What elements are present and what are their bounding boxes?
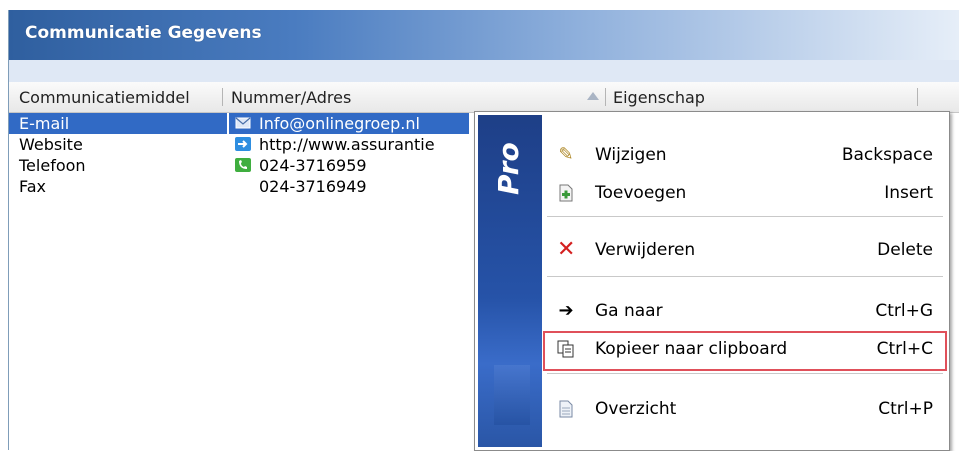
row-type-cell: Telefoon	[19, 156, 86, 175]
strip-decoration	[494, 365, 530, 425]
menu-item-label: Ga naar	[595, 301, 663, 321]
menu-item-shortcut: Backspace	[841, 145, 933, 165]
menu-brand-strip: Pro	[478, 115, 542, 447]
panel-title-bar: Communicatie Gegevens	[9, 10, 959, 60]
menu-divider	[547, 373, 943, 374]
menu-item-verwijderen[interactable]: ✕ Verwijderen Delete	[547, 231, 943, 269]
row-value-text: http://www.assurantie	[259, 135, 435, 154]
menu-item-overzicht[interactable]: Overzicht Ctrl+P	[547, 390, 943, 428]
menu-item-label: Toevoegen	[595, 183, 687, 203]
sort-ascending-icon	[587, 92, 599, 100]
context-menu: Pro ✎ Wijzigen Backspace Toevoegen Inser…	[474, 111, 950, 451]
table-header: Communicatiemiddel Nummer/Adres Eigensch…	[9, 82, 959, 113]
row-value-text: 024-3716949	[259, 177, 367, 196]
row-value-text: Info@onlinegroep.nl	[259, 114, 420, 133]
menu-item-shortcut: Ctrl+G	[875, 301, 933, 321]
column-separator[interactable]	[222, 88, 223, 106]
menu-item-label: Wijzigen	[595, 145, 667, 165]
add-document-icon	[557, 184, 575, 202]
menu-item-shortcut: Ctrl+P	[878, 399, 933, 419]
row-type-cell: E-mail	[9, 113, 227, 134]
email-icon	[235, 117, 251, 129]
menu-item-ga-naar[interactable]: ➔ Ga naar Ctrl+G	[547, 292, 943, 330]
web-link-icon	[235, 137, 251, 151]
row-value-cell: Info@onlinegroep.nl	[229, 113, 469, 134]
row-value-cell: http://www.assurantie	[229, 134, 469, 155]
phone-icon	[235, 158, 251, 172]
row-type-cell: Website	[19, 135, 83, 154]
menu-item-shortcut: Insert	[884, 183, 933, 203]
brand-logo-text: Pro	[492, 142, 525, 195]
column-separator[interactable]	[917, 88, 918, 106]
menu-item-toevoegen[interactable]: Toevoegen Insert	[547, 174, 943, 212]
menu-item-wijzigen[interactable]: ✎ Wijzigen Backspace	[547, 136, 943, 174]
panel-title: Communicatie Gegevens	[25, 23, 262, 43]
column-header-communicatiemiddel[interactable]: Communicatiemiddel	[19, 88, 190, 107]
menu-item-shortcut: Delete	[877, 240, 933, 260]
menu-item-label: Overzicht	[595, 399, 677, 419]
menu-item-label: Verwijderen	[595, 240, 696, 260]
row-value-cell: 024-3716949	[229, 176, 469, 197]
column-separator[interactable]	[605, 88, 606, 106]
column-header-nummer-adres[interactable]: Nummer/Adres	[231, 88, 351, 107]
pencil-icon: ✎	[558, 144, 574, 165]
menu-divider	[547, 276, 943, 277]
delete-x-icon: ✕	[557, 237, 576, 262]
arrow-right-icon: ➔	[558, 300, 574, 321]
toolbar-spacer	[9, 60, 959, 82]
highlight-box	[543, 331, 947, 371]
row-value-text: 024-3716959	[259, 156, 367, 175]
menu-divider	[547, 216, 943, 217]
row-value-cell: 024-3716959	[229, 155, 469, 176]
row-type-cell: Fax	[19, 177, 47, 196]
document-icon	[557, 400, 575, 418]
column-header-eigenschap[interactable]: Eigenschap	[613, 88, 705, 107]
